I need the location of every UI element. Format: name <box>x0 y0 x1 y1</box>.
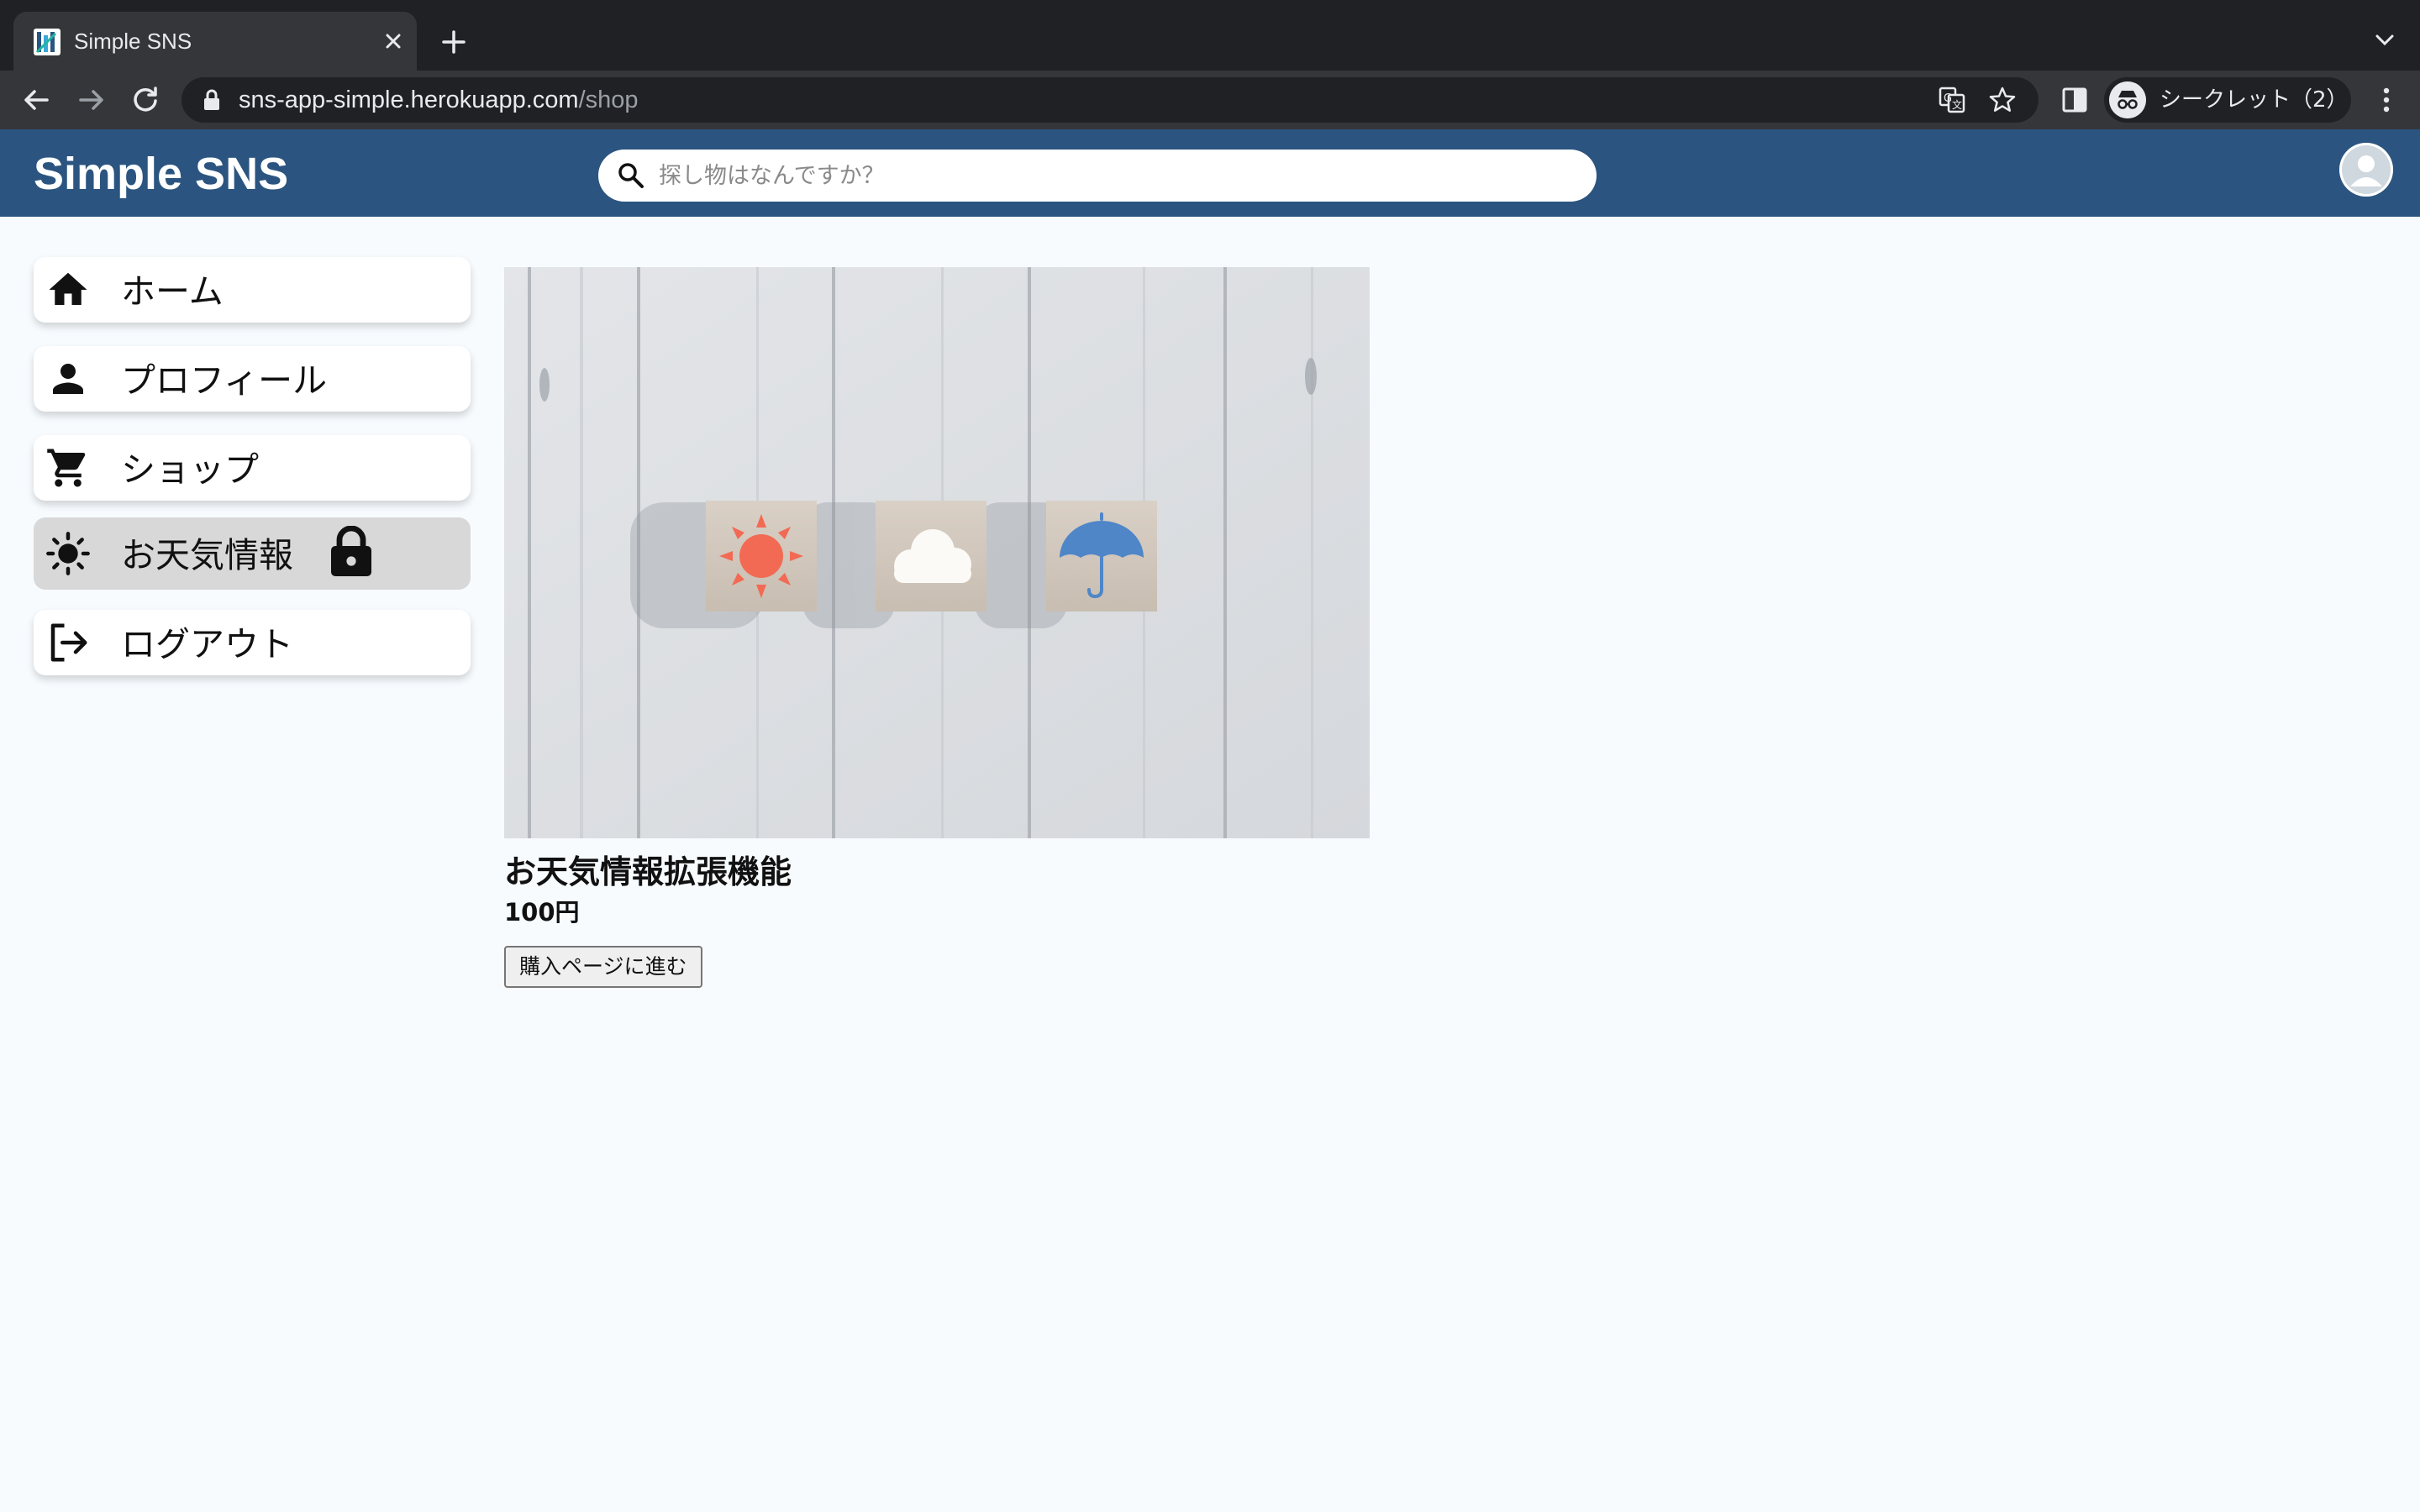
product-price: 100円 <box>504 898 580 927</box>
sidebar-item-label: ホーム <box>121 271 224 312</box>
product-name: お天気情報拡張機能 <box>504 853 792 890</box>
reload-icon[interactable] <box>128 82 163 118</box>
sidebar-item-shop[interactable]: ショップ <box>34 435 471 501</box>
star-icon[interactable] <box>1988 86 2017 114</box>
address-bar[interactable]: sns-app-simple.herokuapp.com/shop G 文 <box>182 77 2039 123</box>
plus-icon[interactable] <box>437 25 471 59</box>
favicon-icon <box>34 29 60 55</box>
back-arrow-icon[interactable] <box>18 82 54 118</box>
browser-tab[interactable]: Simple SNS <box>13 12 417 71</box>
sidebar-item-label: ショップ <box>121 449 259 490</box>
lock-icon[interactable] <box>202 89 222 111</box>
incognito-indicator[interactable]: シークレット（2） <box>2104 77 2351 123</box>
sidebar-item-logout[interactable]: ログアウト <box>34 610 471 675</box>
forward-arrow-icon[interactable] <box>74 82 109 118</box>
cart-icon <box>47 449 86 487</box>
product-image <box>504 267 1370 838</box>
logout-icon <box>50 623 87 662</box>
tab-title: Simple SNS <box>74 29 192 54</box>
browser-toolbar: sns-app-simple.herokuapp.com/shop G 文 シー… <box>0 71 2420 129</box>
incognito-icon <box>2109 81 2146 118</box>
search-icon <box>618 163 644 188</box>
translate-icon[interactable]: G 文 <box>1938 86 1966 114</box>
user-avatar-icon <box>2339 143 2393 197</box>
avatar[interactable] <box>2339 143 2393 197</box>
app-header: Simple SNS <box>0 129 2420 217</box>
sidebar-item-profile[interactable]: プロフィール <box>34 346 471 412</box>
browser-tab-strip: Simple SNS <box>0 0 2420 71</box>
lock-icon <box>331 526 371 576</box>
sidebar-item-home[interactable]: ホーム <box>34 257 471 323</box>
incognito-label: シークレット（2） <box>2160 87 2349 113</box>
url-text[interactable]: sns-app-simple.herokuapp.com/shop <box>239 86 639 114</box>
brand-logo[interactable]: Simple SNS <box>34 148 288 200</box>
chevron-down-icon[interactable] <box>2370 25 2400 55</box>
close-icon[interactable] <box>376 24 410 58</box>
search-bar[interactable] <box>598 150 1597 202</box>
svg-text:文: 文 <box>1952 98 1962 111</box>
sidebar-item-label: お天気情報 <box>121 535 293 575</box>
home-icon <box>49 272 87 305</box>
sidebar-item-label: プロフィール <box>121 360 328 401</box>
sidebar-item-label: ログアウト <box>121 624 293 664</box>
person-icon <box>53 364 83 394</box>
side-panel-icon[interactable] <box>2060 86 2089 114</box>
svg-text:G: G <box>1944 92 1952 105</box>
search-input[interactable] <box>659 150 1566 202</box>
sun-icon <box>46 532 90 575</box>
kebab-menu-icon[interactable] <box>2371 84 2402 116</box>
buy-page-button[interactable]: 購入ページに進む <box>504 946 702 988</box>
sidebar-item-weather[interactable]: お天気情報 <box>34 517 471 590</box>
